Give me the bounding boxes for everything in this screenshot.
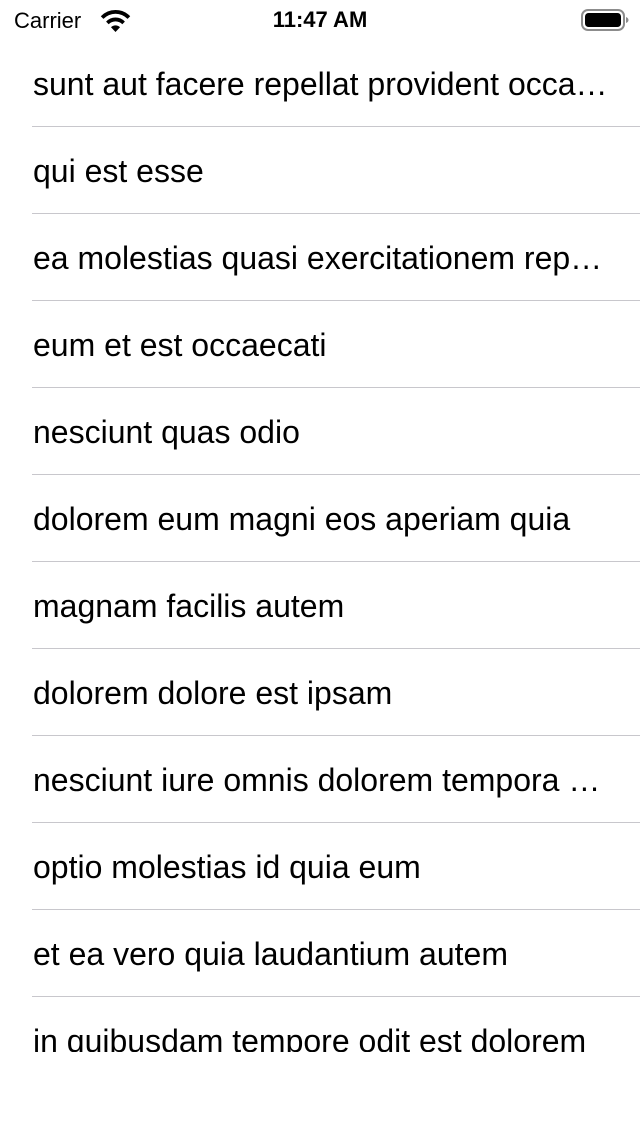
post-title: qui est esse: [33, 153, 204, 189]
list-item[interactable]: qui est esse: [0, 127, 640, 214]
list-item[interactable]: sunt aut facere repellat provident occae…: [0, 40, 640, 127]
battery-full-icon: [581, 9, 629, 31]
post-title: et ea vero quia laudantium autem: [33, 936, 508, 972]
list-item[interactable]: nesciunt quas odio: [0, 388, 640, 475]
list-item[interactable]: eum et est occaecati: [0, 301, 640, 388]
posts-list: sunt aut facere repellat provident occae…: [0, 40, 640, 1052]
post-title: dolorem eum magni eos aperiam quia: [33, 501, 571, 537]
post-title: nesciunt quas odio: [33, 414, 300, 450]
list-item[interactable]: magnam facilis autem: [0, 562, 640, 649]
list-item[interactable]: optio molestias id quia eum: [0, 823, 640, 910]
post-title: optio molestias id quia eum: [33, 849, 421, 885]
post-title: magnam facilis autem: [33, 588, 345, 624]
status-bar: Carrier 11:47 AM: [0, 0, 640, 40]
post-title: nesciunt iure omnis dolorem tempora et a…: [33, 762, 610, 798]
list-item[interactable]: dolorem dolore est ipsam: [0, 649, 640, 736]
post-title: eum et est occaecati: [33, 327, 327, 363]
post-title: ea molestias quasi exercitationem repell…: [33, 240, 610, 276]
clock-time: 11:47 AM: [272, 7, 368, 32]
list-item[interactable]: in quibusdam tempore odit est dolorem: [0, 997, 640, 1052]
list-item[interactable]: nesciunt iure omnis dolorem tempora et a…: [0, 736, 640, 823]
post-title: dolorem dolore est ipsam: [33, 675, 393, 711]
list-item[interactable]: et ea vero quia laudantium autem: [0, 910, 640, 997]
post-title: in quibusdam tempore odit est dolorem: [33, 1023, 587, 1052]
list-item[interactable]: dolorem eum magni eos aperiam quia: [0, 475, 640, 562]
post-title: sunt aut facere repellat provident occae…: [33, 66, 610, 102]
list-item[interactable]: ea molestias quasi exercitationem repell…: [0, 214, 640, 301]
